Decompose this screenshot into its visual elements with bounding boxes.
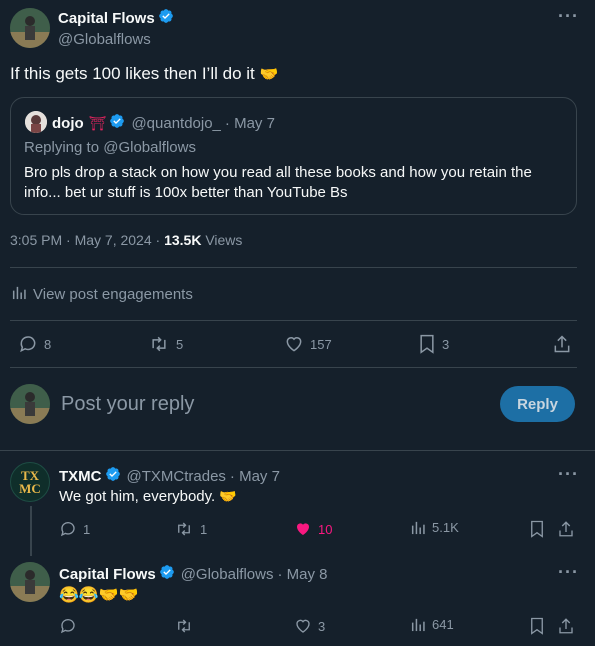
- heart-filled-icon: [294, 520, 312, 538]
- like-count: 157: [310, 336, 332, 352]
- like-action[interactable]: 3: [294, 617, 325, 635]
- quote-date: · May 7: [224, 114, 275, 132]
- like-count: 10: [318, 521, 333, 537]
- reply-date[interactable]: · May 7: [230, 468, 280, 485]
- reply-author-handle[interactable]: @Globalflows: [181, 566, 274, 583]
- bookmark-icon: [418, 334, 436, 354]
- reply-input[interactable]: Post your reply: [61, 393, 194, 416]
- quote-author-avatar: [25, 111, 47, 133]
- post-timestamp[interactable]: 3:05 PM · May 7, 2024 ·: [10, 232, 160, 248]
- verified-badge-icon: [158, 8, 174, 29]
- handshake-emoji: 🤝: [259, 66, 279, 83]
- verified-badge-icon: [105, 466, 121, 486]
- like-action[interactable]: 10: [294, 520, 332, 538]
- reply-action[interactable]: [59, 617, 77, 635]
- post-meta: 3:05 PM · May 7, 2024 · 13.5K Views: [10, 232, 242, 248]
- quote-author-name: dojo: [52, 114, 84, 132]
- reply-date[interactable]: · May 8: [277, 566, 327, 583]
- handshake-emoji: 🤝: [219, 488, 237, 504]
- quote-text: Bro pls drop a stack on how you read all…: [24, 163, 569, 203]
- share-action[interactable]: [558, 617, 574, 635]
- views-count: 5.1K: [432, 520, 459, 535]
- reply-button-label: Reply: [517, 395, 558, 413]
- bookmark-action[interactable]: 3: [418, 334, 449, 354]
- reply-button[interactable]: Reply: [500, 386, 575, 422]
- like-action[interactable]: 157: [284, 334, 332, 354]
- repost-action[interactable]: 1: [174, 520, 207, 538]
- reply-author-avatar[interactable]: [10, 562, 50, 602]
- reply-action[interactable]: 8: [18, 334, 51, 354]
- repost-action[interactable]: 5: [148, 334, 183, 354]
- bookmark-action[interactable]: [529, 520, 545, 538]
- view-engagements-link[interactable]: View post engagements: [12, 285, 193, 304]
- author-handle[interactable]: @Globalflows: [58, 31, 174, 48]
- heart-icon: [294, 617, 312, 635]
- author-avatar[interactable]: [10, 8, 50, 48]
- author-name[interactable]: Capital Flows: [58, 10, 155, 27]
- more-options-icon[interactable]: ···: [558, 562, 579, 583]
- quote-replying-to: Replying to @Globalflows: [24, 139, 196, 156]
- more-options-icon[interactable]: ···: [558, 6, 579, 27]
- reply-author-handle[interactable]: @TXMCtrades: [127, 468, 226, 485]
- analytics-icon: [411, 617, 426, 632]
- reply-author-avatar[interactable]: TX MC: [10, 462, 50, 502]
- analytics-icon: [12, 285, 27, 304]
- repost-icon: [148, 334, 170, 354]
- post-text-body: If this gets 100 likes then I’ll do it: [10, 64, 255, 83]
- thread-connector: [30, 506, 32, 556]
- share-icon: [558, 617, 574, 635]
- repost-icon: [174, 617, 194, 635]
- quote-author-handle: @quantdojo_: [131, 114, 221, 132]
- reply-icon: [59, 520, 77, 538]
- views-action[interactable]: 641: [411, 617, 454, 632]
- bookmark-count: 3: [442, 336, 450, 352]
- views-count: 13.5K: [164, 232, 202, 248]
- verified-badge-icon: [159, 564, 175, 584]
- repost-icon: [174, 520, 194, 538]
- reply-action[interactable]: 1: [59, 520, 90, 538]
- reply-icon: [59, 617, 77, 635]
- reply-icon: [18, 334, 38, 354]
- repost-count: 1: [200, 521, 208, 537]
- views-action[interactable]: 5.1K: [411, 520, 459, 535]
- reply-count: 1: [83, 521, 91, 537]
- reply-text: We got him, everybody. 🤝: [59, 488, 237, 505]
- reply-author-name[interactable]: TXMC: [59, 468, 102, 485]
- views-label: Views: [205, 232, 243, 248]
- views-count: 641: [432, 617, 454, 632]
- share-icon: [553, 334, 571, 354]
- verified-badge-icon: [109, 113, 125, 133]
- repost-action[interactable]: [174, 617, 194, 635]
- more-options-icon[interactable]: ···: [558, 464, 579, 485]
- bookmark-icon: [529, 617, 545, 635]
- reply-count: 8: [44, 336, 52, 352]
- bookmark-action[interactable]: [529, 617, 545, 635]
- share-action[interactable]: [558, 520, 574, 538]
- quote-text-line: info... bet ur stuff is 100x better than…: [24, 184, 348, 201]
- post-text: If this gets 100 likes then I’ll do it 🤝: [10, 64, 278, 84]
- reply-author-name[interactable]: Capital Flows: [59, 566, 156, 583]
- bookmark-icon: [529, 520, 545, 538]
- share-action[interactable]: [553, 334, 571, 354]
- repost-count: 5: [176, 336, 184, 352]
- share-icon: [558, 520, 574, 538]
- view-engagements-label: View post engagements: [33, 286, 193, 303]
- reply-text-body: We got him, everybody.: [59, 488, 216, 505]
- analytics-icon: [411, 520, 426, 535]
- quote-text-line: Bro pls drop a stack on how you read all…: [24, 164, 532, 181]
- reply-emojis: 😂😂🤝🤝: [59, 587, 139, 604]
- like-count: 3: [318, 618, 326, 634]
- compose-avatar: [10, 384, 50, 424]
- torii-badge-icon: ⛩: [88, 114, 107, 131]
- heart-icon: [284, 334, 304, 354]
